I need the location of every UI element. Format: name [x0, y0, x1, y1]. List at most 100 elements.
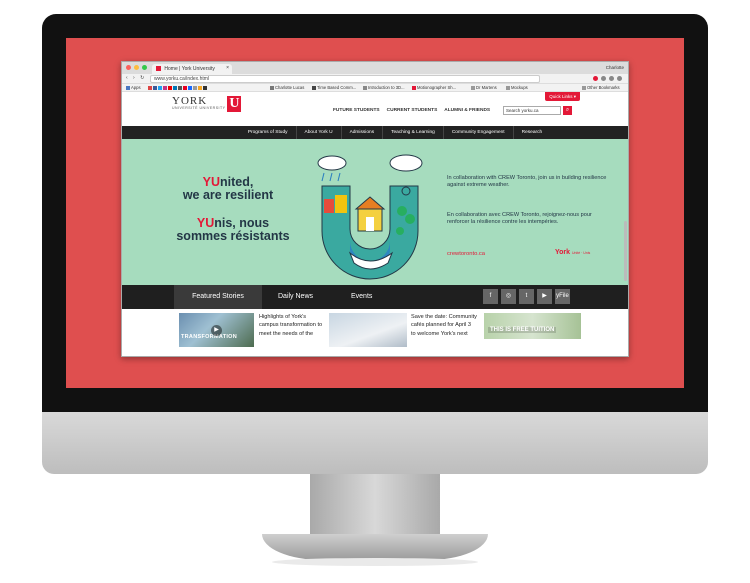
story-thumbnail[interactable]: TRANSFORMATION ▶	[179, 313, 254, 347]
bookmark-mockups[interactable]: Mockups	[506, 85, 528, 90]
story-thumbnail[interactable]: THIS IS FREE TUITION	[484, 313, 581, 339]
thumbnail-label: TRANSFORMATION	[181, 334, 238, 340]
twitter-icon	[158, 85, 162, 90]
yfile-icon[interactable]: yFile	[555, 289, 570, 304]
bookmark-apps[interactable]: Apps	[126, 85, 141, 90]
thumbnail-label: THIS IS FREE TUITION	[488, 327, 557, 333]
hero-headline-fr-1: nis, nous	[214, 216, 270, 230]
hero-headline-fr-2: sommes résistants	[176, 229, 290, 243]
mockup-scene: Home | York University × Charlotte ‹ › ↻…	[0, 0, 750, 583]
url-field[interactable]: www.yorku.ca/index.html	[150, 75, 540, 83]
youtube-icon[interactable]: ▶	[537, 289, 552, 304]
bookmark-label: Time Based Comm...	[317, 85, 357, 90]
hero-headline-en-2: we are resilient	[182, 188, 274, 202]
nav-future-students[interactable]: FUTURE STUDENTS	[333, 108, 380, 113]
monitor-stand-foot	[262, 534, 488, 560]
story-title[interactable]: Save the date: Community cafés planned f…	[411, 313, 477, 338]
behance-icon	[188, 85, 192, 90]
extension-icon[interactable]	[593, 76, 598, 81]
bookmark-label: Introduction to 3D...	[368, 85, 405, 90]
story-title[interactable]: Highlights of York's campus transformati…	[259, 313, 325, 338]
bookmark-dr-martens[interactable]: Dr Martens	[471, 85, 497, 90]
nav-alumni-friends[interactable]: ALUMNI & FRIENDS	[444, 108, 490, 113]
search-input[interactable]: Search yorku.ca	[503, 106, 561, 115]
bookmark-intro-3d[interactable]: Introduction to 3D...	[363, 85, 405, 90]
back-forward-reload-icons[interactable]: ‹ › ↻	[126, 75, 146, 81]
hero-headline-en-1: nited,	[220, 175, 254, 189]
search-icon[interactable]: ⌕	[563, 106, 572, 115]
logo-subtext: UNIVERSITÉ UNIVERSITY	[172, 106, 226, 110]
hero-text-en: In collaboration with CREW Toronto, join…	[447, 175, 607, 188]
bookmark-label: Mockups	[511, 85, 528, 90]
bookmark-icon-row[interactable]	[148, 85, 208, 90]
bookmark-other[interactable]: Other Bookmarks	[582, 85, 620, 90]
site-header: YORK UNIVERSITÉ UNIVERSITY U Quick Links…	[122, 92, 628, 126]
bookmark-charlotte-lucas[interactable]: Charlotte Lucas	[270, 85, 304, 90]
browser-tabbar: Home | York University × Charlotte	[122, 62, 628, 74]
maximize-window-button[interactable]	[142, 65, 147, 70]
tab-close-icon[interactable]: ×	[226, 65, 229, 71]
sub-nav: Programs of Study About York U Admission…	[122, 126, 628, 139]
hero-yu-fr: YU	[196, 216, 215, 230]
page-scrollbar[interactable]	[624, 221, 627, 281]
monitor-chin	[42, 412, 708, 474]
profile-name[interactable]: Charlotte	[606, 65, 624, 70]
folder-icon	[471, 85, 475, 90]
crew-toronto-link[interactable]: crewtoronto.ca	[447, 251, 485, 257]
facebook-icon[interactable]: f	[483, 289, 498, 304]
hero-yu-en: YU	[202, 175, 221, 189]
close-window-button[interactable]	[126, 65, 131, 70]
york-mark-text: York	[555, 249, 571, 256]
bookmark-time-based[interactable]: Time Based Comm...	[312, 85, 356, 90]
bookmark-icon	[412, 85, 416, 90]
linkedin-icon	[173, 85, 177, 90]
featured-stories: TRANSFORMATION ▶ Highlights of York's ca…	[122, 309, 628, 349]
resilience-u-illustration	[317, 154, 423, 280]
subnav-admissions[interactable]: Admissions	[340, 126, 383, 139]
extension-icon[interactable]	[609, 76, 614, 81]
bookmark-icon	[198, 85, 202, 90]
subnav-community[interactable]: Community Engagement	[442, 126, 513, 139]
gmail-icon	[148, 85, 152, 90]
menu-icon[interactable]	[617, 76, 622, 81]
folder-icon	[506, 85, 510, 90]
logo-text: YORK	[172, 95, 208, 107]
browser-window: Home | York University × Charlotte ‹ › ↻…	[121, 61, 629, 357]
bookmark-label: Apps	[131, 85, 141, 90]
monitor-stand-neck	[310, 474, 440, 536]
youtube-icon	[168, 85, 172, 90]
york-mark-subtext: Unité · Unis	[572, 251, 591, 255]
bookmark-label: Charlotte Lucas	[275, 85, 305, 90]
logo-u-mark: U	[227, 96, 242, 112]
hero-headline-fr: YUnis, nous sommes résistants	[168, 217, 298, 243]
tab-daily-news[interactable]: Daily News	[278, 285, 313, 309]
instagram-icon[interactable]: ◎	[501, 289, 516, 304]
subnav-teaching[interactable]: Teaching & Learning	[382, 126, 443, 139]
story-thumbnail[interactable]	[329, 313, 407, 347]
bookmark-icon	[193, 85, 197, 90]
tab-events[interactable]: Events	[351, 285, 372, 309]
twitter-icon[interactable]: t	[519, 289, 534, 304]
play-icon[interactable]: ▶	[211, 325, 222, 336]
tab-featured-stories[interactable]: Featured Stories	[174, 285, 262, 309]
bookmark-icon	[363, 85, 367, 90]
bookmark-icon	[178, 85, 182, 90]
facebook-icon	[153, 85, 157, 90]
subnav-research[interactable]: Research	[512, 126, 551, 139]
york-unite-mark: York Unité · Unis	[555, 249, 590, 256]
minimize-window-button[interactable]	[134, 65, 139, 70]
york-favicon-icon	[156, 66, 161, 72]
bookmark-icon	[312, 85, 316, 90]
browser-tab[interactable]: Home | York University ×	[152, 64, 232, 74]
subnav-about[interactable]: About York U	[295, 126, 341, 139]
quick-links-button[interactable]: Quick Links ▾	[545, 92, 580, 101]
subnav-programs[interactable]: Programs of Study	[240, 126, 296, 139]
hero-banner[interactable]: YUnited, we are resilient YUnis, nous so…	[122, 139, 628, 285]
bookmark-motionographer[interactable]: Motionographer Sh...	[412, 85, 456, 90]
extension-icon[interactable]	[601, 76, 606, 81]
nav-current-students[interactable]: CURRENT STUDENTS	[387, 108, 438, 113]
address-bar-row: ‹ › ↻ www.yorku.ca/index.html	[122, 74, 628, 84]
york-logo[interactable]: YORK UNIVERSITÉ UNIVERSITY U	[172, 95, 242, 112]
hero-headline-en: YUnited, we are resilient	[168, 176, 288, 202]
bookmark-label: Dr Martens	[476, 85, 497, 90]
